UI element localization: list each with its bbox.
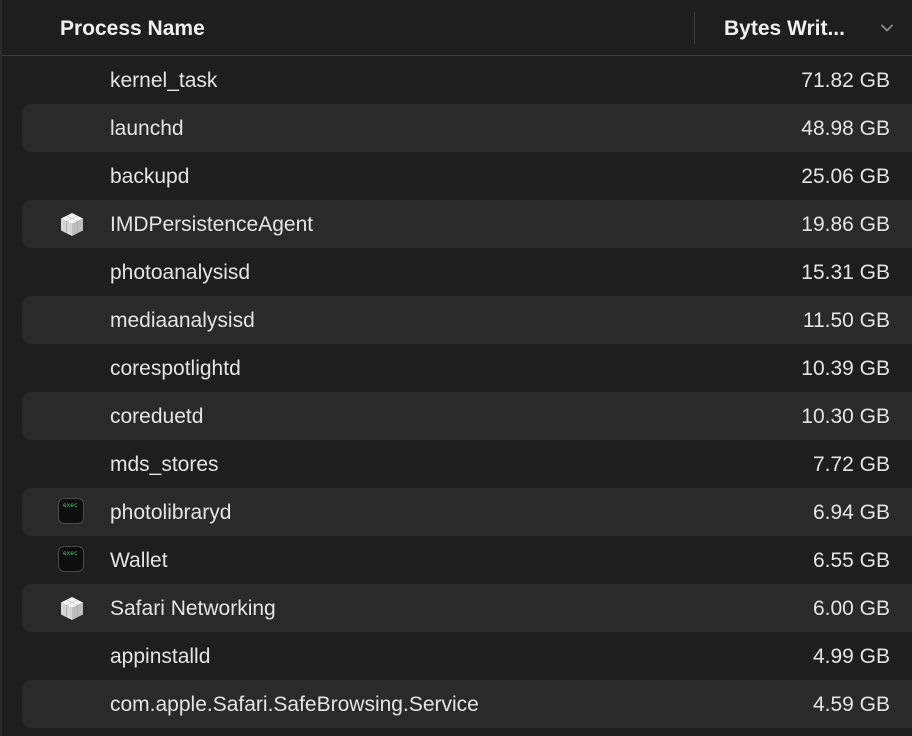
table-row[interactable]: backupd 25.06 GB — [22, 152, 912, 200]
exec-terminal-icon: exec — [58, 546, 86, 574]
bytes-written-cell: 6.94 GB — [812, 501, 890, 524]
table-header: Process Name Bytes Writ... — [2, 0, 912, 56]
bytes-written-cell: 15.31 GB — [801, 261, 890, 284]
process-name-cell: com.apple.Safari.SafeBrowsing.Service — [110, 693, 479, 716]
bytes-written-cell: 4.59 GB — [812, 693, 890, 716]
bytes-written-cell: 6.55 GB — [812, 549, 890, 572]
process-name-cell: appinstalld — [110, 645, 211, 668]
table-row[interactable]: corespotlightd 10.39 GB — [22, 344, 912, 392]
bytes-written-cell: 25.06 GB — [801, 165, 890, 188]
process-name-cell: launchd — [110, 117, 184, 140]
app-bundle-icon — [61, 213, 83, 236]
chevron-down-icon[interactable] — [880, 21, 894, 35]
bytes-written-cell: 6.00 GB — [812, 597, 890, 620]
table-row[interactable]: exec Wallet 6.55 GB — [22, 536, 912, 584]
bytes-written-cell: 4.99 GB — [812, 645, 890, 668]
table-row[interactable]: Safari Networking 6.00 GB — [22, 584, 912, 632]
process-name-cell: photoanalysisd — [110, 261, 251, 284]
bytes-written-cell: 10.30 GB — [801, 405, 890, 428]
process-name-cell: coreduetd — [110, 405, 204, 428]
table-row[interactable]: exec photolibraryd 6.94 GB — [22, 488, 912, 536]
bytes-written-cell: 19.86 GB — [801, 213, 890, 236]
process-name-cell: Wallet — [110, 549, 168, 572]
process-name-cell: photolibraryd — [110, 501, 232, 524]
table-row[interactable]: coreduetd 10.30 GB — [22, 392, 912, 440]
column-header-process-name[interactable]: Process Name — [60, 0, 205, 55]
table-row[interactable]: launchd 48.98 GB — [22, 104, 912, 152]
table-row[interactable]: mds_stores 7.72 GB — [22, 440, 912, 488]
table-row[interactable]: photoanalysisd 15.31 GB — [22, 248, 912, 296]
table-row[interactable]: mediaanalysisd 11.50 GB — [22, 296, 912, 344]
table-body: kernel_task 71.82 GB launchd 48.98 GB backup… — [2, 56, 912, 728]
app-bundle-icon — [61, 597, 83, 620]
bytes-written-cell: 10.39 GB — [801, 357, 890, 380]
process-name-cell: mds_stores — [110, 453, 219, 476]
process-name-cell: kernel_task — [110, 69, 218, 92]
table-row[interactable]: appinstalld 4.99 GB — [22, 632, 912, 680]
process-name-cell: backupd — [110, 165, 190, 188]
column-header-bytes-written[interactable]: Bytes Writ... — [724, 0, 845, 55]
process-name-cell: corespotlightd — [110, 357, 241, 380]
bytes-written-cell: 7.72 GB — [812, 453, 890, 476]
exec-terminal-icon: exec — [58, 498, 86, 526]
table-row[interactable]: com.apple.Safari.SafeBrowsing.Service 4.5… — [22, 680, 912, 728]
table-row[interactable]: kernel_task 71.82 GB — [22, 56, 912, 104]
table-row[interactable]: IMDPersistenceAgent 19.86 GB — [22, 200, 912, 248]
process-name-cell: mediaanalysisd — [110, 309, 255, 332]
process-name-cell: Safari Networking — [110, 597, 276, 620]
column-divider[interactable] — [694, 12, 695, 44]
activity-monitor-disk-table: Process Name Bytes Writ... kernel_task 71… — [0, 0, 912, 736]
bytes-written-cell: 48.98 GB — [801, 117, 890, 140]
process-name-cell: IMDPersistenceAgent — [110, 213, 314, 236]
bytes-written-cell: 71.82 GB — [801, 69, 890, 92]
bytes-written-cell: 11.50 GB — [802, 309, 890, 332]
